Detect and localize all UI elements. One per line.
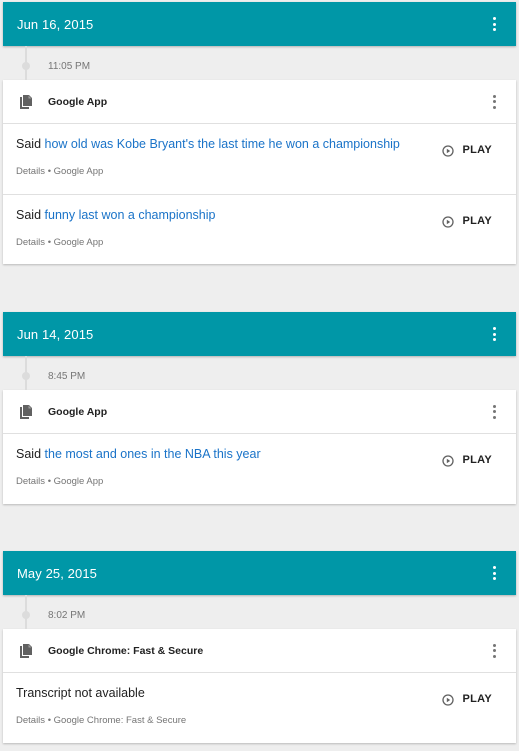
timestamp: 8:02 PM — [48, 610, 86, 621]
card-header: Google Chrome: Fast & Secure — [3, 629, 516, 673]
file-copy-icon — [18, 94, 34, 110]
said-line: Transcript not available — [16, 686, 145, 700]
query-link[interactable]: how old was Kobe Bryant's the last time … — [45, 137, 400, 151]
timeline: 8:02 PM — [3, 595, 516, 629]
day-group: Jun 14, 2015 8:45 PM Google App Said the… — [3, 312, 516, 504]
separator: • — [47, 166, 52, 177]
day-date: May 25, 2015 — [17, 565, 97, 581]
timestamp: 8:45 PM — [48, 371, 86, 382]
card-header: Google App — [3, 80, 516, 124]
timeline: 11:05 PM — [3, 46, 516, 80]
day-date: Jun 14, 2015 — [17, 326, 94, 342]
day-group: May 25, 2015 8:02 PM Google Chrome: Fast… — [3, 551, 516, 743]
separator: • — [47, 715, 52, 726]
said-prefix: Said — [16, 447, 42, 461]
card-header: Google App — [3, 390, 516, 434]
more-vert-icon[interactable] — [486, 14, 502, 34]
said-prefix: Said — [16, 208, 42, 222]
play-button[interactable]: PLAY — [442, 693, 492, 706]
query-link[interactable]: funny last won a championship — [45, 208, 216, 222]
source-app: Google App — [53, 166, 104, 177]
file-copy-icon — [18, 643, 34, 659]
activity-card: Google App Said how old was Kobe Bryant'… — [3, 80, 516, 264]
more-vert-icon[interactable] — [486, 641, 502, 661]
details-line: Details • Google App — [16, 237, 103, 248]
play-label: PLAY — [462, 215, 492, 227]
play-circle-icon — [442, 454, 455, 467]
details-link[interactable]: Details — [16, 476, 45, 487]
details-line: Details • Google Chrome: Fast & Secure — [16, 715, 186, 726]
play-button[interactable]: PLAY — [442, 215, 492, 228]
details-link[interactable]: Details — [16, 715, 45, 726]
play-circle-icon — [442, 693, 455, 706]
play-circle-icon — [442, 144, 455, 157]
day-header: Jun 16, 2015 — [3, 2, 516, 46]
activity-card: Google Chrome: Fast & Secure Transcript … — [3, 629, 516, 743]
day-group: Jun 16, 2015 11:05 PM Google App Said ho… — [3, 2, 516, 264]
query-link[interactable]: the most and ones in the NBA this year — [45, 447, 261, 461]
more-vert-icon[interactable] — [486, 324, 502, 344]
activity-card: Google App Said the most and ones in the… — [3, 390, 516, 504]
said-line: Said funny last won a championship — [16, 208, 215, 222]
said-prefix: Said — [16, 137, 42, 151]
list-item: Transcript not available Details • Googl… — [3, 673, 516, 743]
details-link[interactable]: Details — [16, 166, 45, 177]
source-app: Google App — [53, 237, 104, 248]
said-line: Said the most and ones in the NBA this y… — [16, 447, 261, 461]
separator: • — [47, 237, 52, 248]
more-vert-icon[interactable] — [486, 563, 502, 583]
said-line: Said how old was Kobe Bryant's the last … — [16, 137, 400, 151]
separator: • — [47, 476, 52, 487]
day-header: May 25, 2015 — [3, 551, 516, 595]
list-item: Said funny last won a championship Detai… — [3, 194, 516, 264]
details-line: Details • Google App — [16, 166, 103, 177]
day-header: Jun 14, 2015 — [3, 312, 516, 356]
list-item: Said how old was Kobe Bryant's the last … — [3, 124, 516, 194]
play-button[interactable]: PLAY — [442, 454, 492, 467]
source-app: Google Chrome: Fast & Secure — [53, 715, 187, 726]
details-link[interactable]: Details — [16, 237, 45, 248]
more-vert-icon[interactable] — [486, 402, 502, 422]
app-name: Google App — [48, 405, 108, 418]
play-button[interactable]: PLAY — [442, 144, 492, 157]
transcript-status: Transcript not available — [16, 686, 145, 700]
timeline: 8:45 PM — [3, 356, 516, 390]
list-item: Said the most and ones in the NBA this y… — [3, 434, 516, 504]
play-label: PLAY — [462, 693, 492, 705]
more-vert-icon[interactable] — [486, 92, 502, 112]
details-line: Details • Google App — [16, 476, 103, 487]
day-date: Jun 16, 2015 — [17, 16, 94, 32]
play-circle-icon — [442, 215, 455, 228]
file-copy-icon — [18, 404, 34, 420]
app-name: Google App — [48, 95, 108, 108]
play-label: PLAY — [462, 144, 492, 156]
app-name: Google Chrome: Fast & Secure — [48, 644, 204, 657]
timestamp: 11:05 PM — [48, 61, 91, 72]
play-label: PLAY — [462, 454, 492, 466]
source-app: Google App — [53, 476, 104, 487]
